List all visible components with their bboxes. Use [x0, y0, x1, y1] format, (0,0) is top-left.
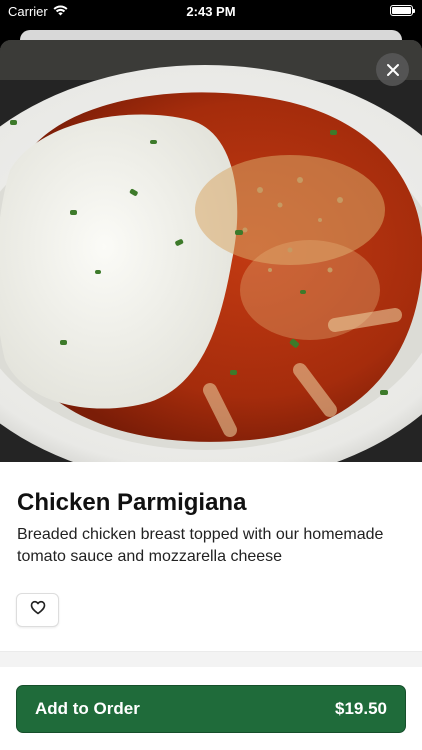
item-photo — [0, 40, 422, 462]
add-to-order-label: Add to Order — [35, 699, 140, 718]
status-time: 2:43 PM — [186, 4, 236, 19]
close-icon — [386, 63, 400, 77]
item-detail-sheet: Chicken Parmigiana Breaded chicken breas… — [0, 40, 422, 750]
heart-icon — [30, 600, 46, 620]
battery-icon — [390, 5, 415, 16]
item-price: $19.50 — [335, 699, 387, 718]
status-bar: Carrier 2:43 PM — [0, 0, 422, 22]
section-divider — [0, 651, 422, 667]
item-title: Chicken Parmigiana — [17, 489, 247, 516]
add-to-order-button[interactable]: Add to Order $19.50 — [16, 685, 406, 733]
item-description: Breaded chicken breast topped with our h… — [17, 526, 384, 565]
favorite-button[interactable] — [16, 593, 59, 627]
close-button[interactable] — [376, 53, 409, 86]
